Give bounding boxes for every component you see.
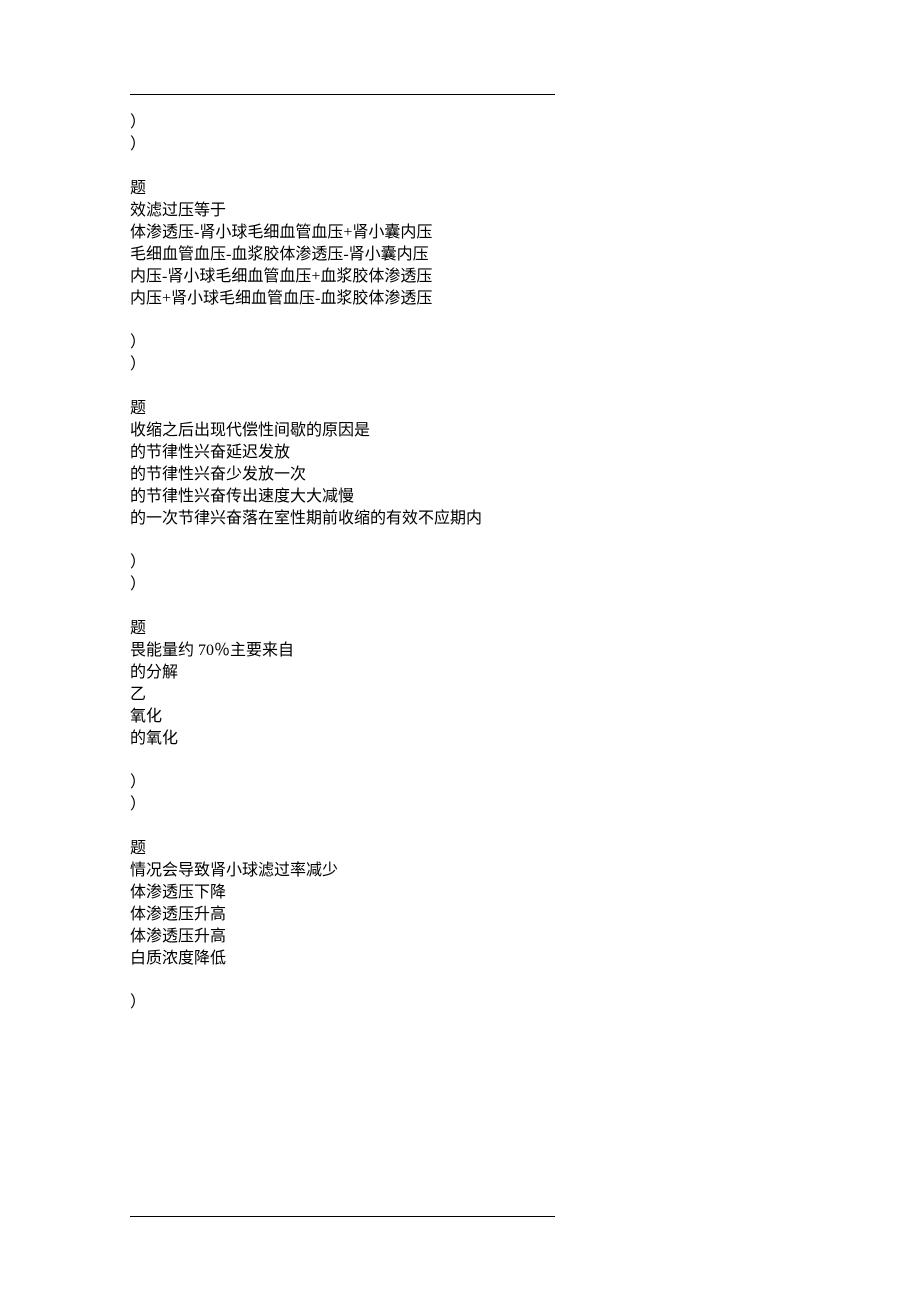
text-line: 体渗透压升高: [130, 926, 560, 948]
text-line: ）: [130, 794, 560, 816]
text-line: 白质浓度降低: [130, 948, 560, 970]
text-line: 的一次节律兴奋落在室性期前收缩的有效不应期内: [130, 508, 560, 530]
text-line: 内压+肾小球毛细血管血压-血浆胶体渗透压: [130, 288, 560, 310]
text-line: ）: [130, 992, 560, 1014]
text-content: ） ） 题 效滤过压等于 体渗透压-肾小球毛细血管血压+肾小囊内压 毛细血管血压…: [130, 94, 560, 1014]
text-line: 的节律性兴奋延迟发放: [130, 442, 560, 464]
text-line: 体渗透压下降: [130, 882, 560, 904]
document-body: ） ） 题 效滤过压等于 体渗透压-肾小球毛细血管血压+肾小囊内压 毛细血管血压…: [0, 94, 560, 1014]
text-line: 收缩之后出现代偿性间歇的原因是: [130, 420, 560, 442]
text-line: ）: [130, 112, 560, 134]
text-line: 的节律性兴奋少发放一次: [130, 464, 560, 486]
horizontal-rule-bottom: [130, 1216, 555, 1217]
text-line: 体渗透压升高: [130, 904, 560, 926]
text-line: 题: [130, 838, 560, 860]
text-line: 畏能量约 70％主要来自: [130, 640, 560, 662]
text-line: 毛细血管血压-血浆胶体渗透压-肾小囊内压: [130, 244, 560, 266]
text-line: 的分解: [130, 662, 560, 684]
text-line: ）: [130, 574, 560, 596]
text-line: ）: [130, 772, 560, 794]
text-line: 效滤过压等于: [130, 200, 560, 222]
text-line: 氧化: [130, 706, 560, 728]
text-line: 题: [130, 398, 560, 420]
text-line: ）: [130, 552, 560, 574]
text-line: 题: [130, 618, 560, 640]
text-line: 体渗透压-肾小球毛细血管血压+肾小囊内压: [130, 222, 560, 244]
text-line: 乙: [130, 684, 560, 706]
text-line: ）: [130, 332, 560, 354]
text-line: 情况会导致肾小球滤过率减少: [130, 860, 560, 882]
text-line: 题: [130, 178, 560, 200]
text-line: 的节律性兴奋传出速度大大减慢: [130, 486, 560, 508]
text-line: ）: [130, 354, 560, 376]
text-line: 的氧化: [130, 728, 560, 750]
text-line: 内压-肾小球毛细血管血压+血浆胶体渗透压: [130, 266, 560, 288]
text-line: ）: [130, 134, 560, 156]
